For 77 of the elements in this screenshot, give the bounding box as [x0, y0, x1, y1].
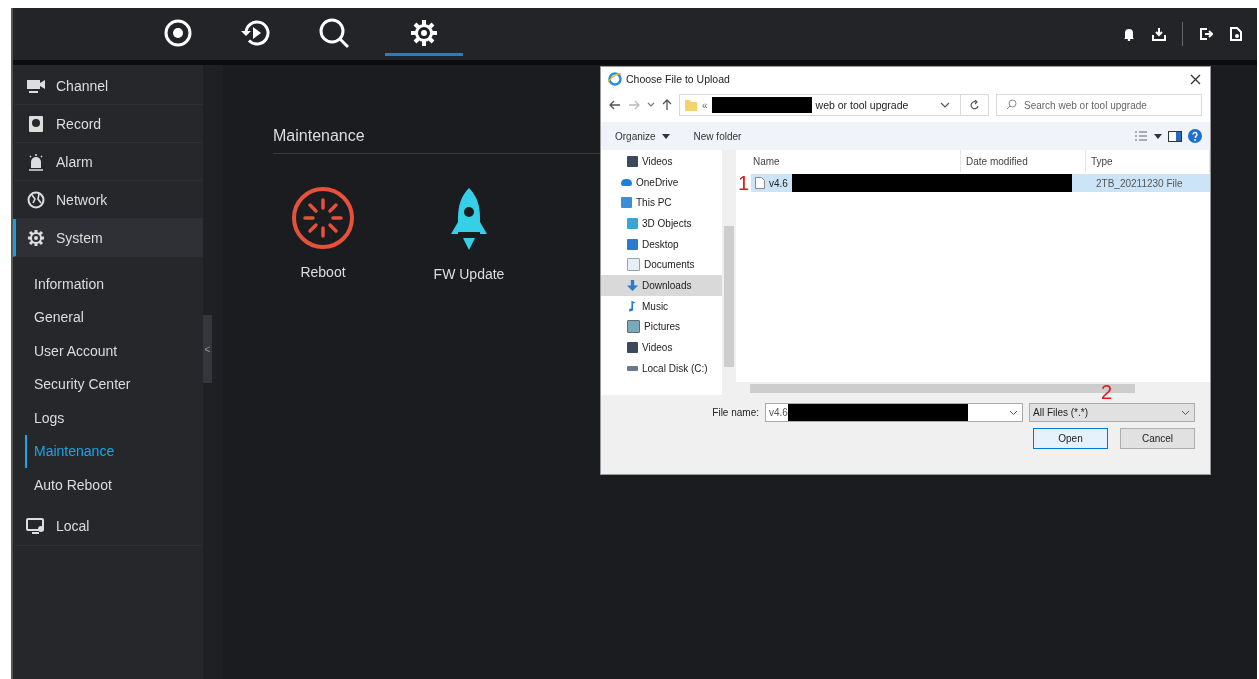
nav-pane-item[interactable]: Downloads	[601, 275, 722, 296]
nav-pane-item[interactable]: Documents	[601, 254, 722, 276]
submenu-item[interactable]: Information	[25, 267, 203, 301]
camera-icon	[26, 77, 46, 94]
submenu-item[interactable]: Logs	[25, 401, 203, 435]
nav-pane-item[interactable]: OneDrive	[601, 171, 722, 193]
cloud-icon	[621, 178, 632, 186]
nav-pane-item[interactable]: Pictures	[601, 316, 722, 338]
monitor-icon	[26, 517, 46, 535]
close-icon[interactable]	[1190, 73, 1201, 85]
sidebar-item[interactable]: System	[13, 219, 203, 257]
rocket-icon[interactable]	[449, 186, 489, 252]
collapse-handle[interactable]: <	[203, 315, 212, 383]
record-icon	[163, 17, 193, 48]
up-arrow-icon[interactable]	[662, 99, 672, 111]
nav-pane-item[interactable]: Videos	[601, 151, 722, 172]
browser-icon	[608, 72, 622, 86]
column-header[interactable]: Date modified	[961, 150, 1086, 172]
nav-pane-item[interactable]: Desktop	[601, 233, 722, 255]
alarm-icon	[26, 152, 46, 171]
preview-pane-icon[interactable]	[1168, 130, 1182, 142]
breadcrumb-prefix: «	[702, 99, 708, 111]
folder-icon	[684, 98, 698, 112]
search-field[interactable]: Search web or tool upgrade	[996, 94, 1202, 116]
nav-pane-item[interactable]: This PC	[601, 192, 722, 214]
breadcrumb: web or tool upgrade	[815, 99, 909, 111]
logout-icon[interactable]	[1199, 27, 1213, 41]
search-icon	[1006, 99, 1017, 110]
organize-menu[interactable]: Organize	[615, 130, 656, 142]
file-type-dropdown[interactable]: All Files (*.*)	[1029, 403, 1195, 422]
bell-icon[interactable]	[1122, 27, 1136, 41]
settings-icon	[409, 17, 439, 48]
nav-pane-item[interactable]: Music	[601, 295, 722, 317]
nav-pane-item[interactable]: Local Disk (C:)	[601, 357, 722, 379]
file-row[interactable]: v4.6 2TB_20211230 File	[751, 174, 1210, 192]
new-folder-button[interactable]: New folder	[693, 130, 742, 142]
address-bar[interactable]: « web or tool upgrade	[679, 94, 989, 116]
nav-pane-item[interactable]: 3D Objects	[601, 213, 722, 234]
tile-label: FW Update	[433, 266, 505, 282]
submenu-item[interactable]: Auto Reboot	[25, 468, 203, 502]
file-icon[interactable]	[1229, 27, 1243, 41]
caret-icon	[1181, 409, 1190, 416]
step-number: 2	[1101, 381, 1113, 404]
scrollbar[interactable]	[722, 150, 736, 395]
cancel-button[interactable]: Cancel	[1120, 428, 1195, 449]
help-icon[interactable]	[1188, 129, 1202, 143]
column-header[interactable]: Name	[736, 150, 961, 172]
record-icon	[26, 114, 46, 133]
back-arrow-icon[interactable]	[609, 100, 621, 110]
settings-icon	[26, 228, 46, 247]
open-button[interactable]: Open	[1033, 428, 1108, 449]
caret-icon[interactable]	[1154, 133, 1162, 139]
submenu-item[interactable]: Security Center	[25, 367, 203, 401]
globe-icon	[26, 190, 46, 209]
file-name: v4.6	[769, 177, 788, 189]
submenu-item[interactable]: General	[25, 300, 203, 334]
step-number: 1	[736, 171, 751, 195]
column-header[interactable]: Type	[1086, 150, 1210, 172]
search-icon	[318, 16, 350, 49]
playback-icon	[240, 17, 272, 48]
file-name-field[interactable]: v4.6	[765, 403, 1023, 422]
caret-icon[interactable]	[661, 133, 670, 139]
caret-icon[interactable]	[940, 102, 950, 108]
sidebar-item[interactable]: Channel	[13, 67, 203, 105]
download-icon	[627, 279, 638, 291]
tile-label: Reboot	[300, 264, 346, 280]
file-type: 2TB_20211230 File	[1095, 177, 1184, 189]
file-icon	[755, 177, 765, 189]
reboot-icon[interactable]	[291, 186, 355, 250]
refresh-icon[interactable]	[969, 99, 980, 111]
caret-icon	[1009, 409, 1018, 416]
dialog-title: Choose File to Upload	[626, 73, 730, 85]
submenu-item[interactable]: User Account	[25, 334, 203, 368]
field-label: File name:	[712, 407, 759, 418]
sidebar-item[interactable]: Record	[13, 105, 203, 143]
nav-pane-item[interactable]: Videos	[601, 337, 722, 358]
download-icon[interactable]	[1152, 27, 1166, 41]
